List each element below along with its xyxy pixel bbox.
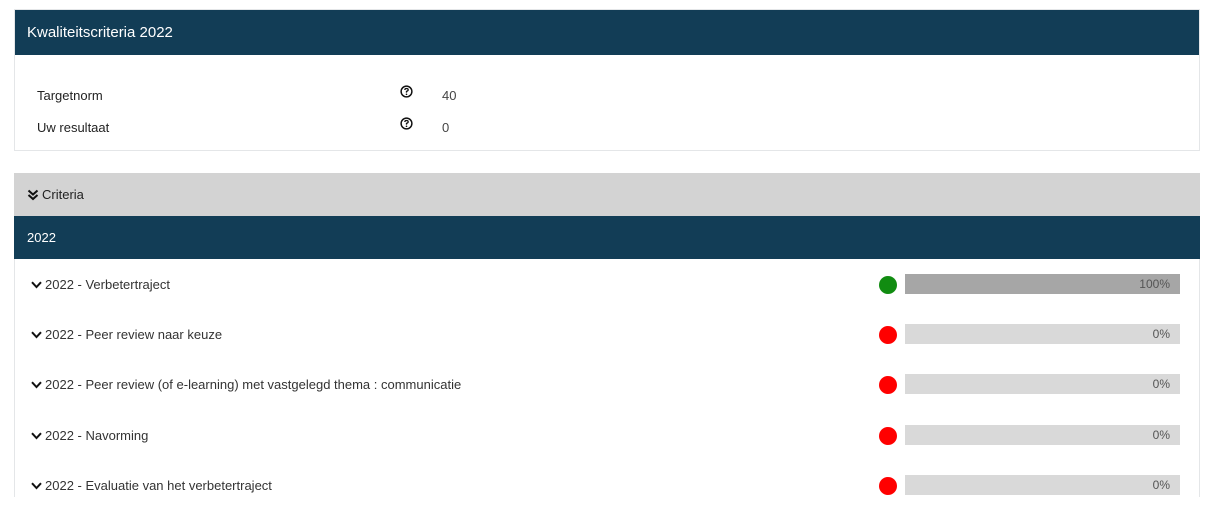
status-dot	[879, 276, 897, 294]
progress-label: 0%	[1152, 377, 1170, 391]
quality-criteria-panel: Kwaliteitscriteria 2022 Targetnorm 40 Uw…	[14, 9, 1200, 151]
list-item[interactable]: 2022 - Evaluatie van het verbetertraject…	[15, 460, 1199, 510]
chevron-down-icon	[31, 482, 42, 489]
targetnorm-label: Targetnorm	[37, 88, 103, 103]
year-header[interactable]: 2022	[14, 216, 1200, 259]
progress-bar: 0%	[905, 425, 1180, 445]
progress-label: 0%	[1152, 327, 1170, 341]
chevron-down-icon	[31, 281, 42, 288]
list-item[interactable]: 2022 - Peer review naar keuze 0%	[15, 309, 1199, 359]
criterion-label: 2022 - Verbetertraject	[45, 277, 171, 292]
result-value: 0	[442, 120, 450, 135]
progress-label: 0%	[1152, 478, 1170, 492]
status-dot	[879, 376, 897, 394]
list-item[interactable]: 2022 - Peer review (of e-learning) met v…	[15, 359, 1199, 409]
criterion-label: 2022 - Peer review naar keuze	[45, 327, 223, 342]
result-label: Uw resultaat	[37, 120, 110, 135]
status-dot	[879, 326, 897, 344]
double-chevron-down-icon	[27, 189, 39, 201]
progress-bar: 0%	[905, 374, 1180, 394]
help-circle-icon[interactable]	[400, 85, 413, 98]
status-dot	[879, 477, 897, 495]
criterion-label: 2022 - Navorming	[45, 428, 149, 443]
targetnorm-value: 40	[442, 88, 457, 103]
panel-title: Kwaliteitscriteria 2022	[15, 10, 1199, 55]
chevron-down-icon	[31, 331, 42, 338]
criterion-label: 2022 - Peer review (of e-learning) met v…	[45, 377, 462, 392]
progress-label: 100%	[1139, 277, 1170, 291]
progress-bar: 100%	[905, 274, 1180, 294]
progress-bar: 0%	[905, 475, 1180, 495]
progress-bar: 0%	[905, 324, 1180, 344]
criteria-toggle[interactable]: Criteria	[14, 173, 1200, 216]
criteria-list: 2022 - Verbetertraject 100% 2022 - Peer …	[14, 259, 1200, 497]
status-dot	[879, 427, 897, 445]
chevron-down-icon	[31, 381, 42, 388]
chevron-down-icon	[31, 432, 42, 439]
criterion-label: 2022 - Evaluatie van het verbetertraject	[45, 478, 272, 493]
progress-label: 0%	[1152, 428, 1170, 442]
criteria-toggle-label: Criteria	[42, 187, 84, 202]
list-item[interactable]: 2022 - Verbetertraject 100%	[15, 259, 1199, 309]
list-item[interactable]: 2022 - Navorming 0%	[15, 410, 1199, 460]
help-circle-icon[interactable]	[400, 117, 413, 130]
